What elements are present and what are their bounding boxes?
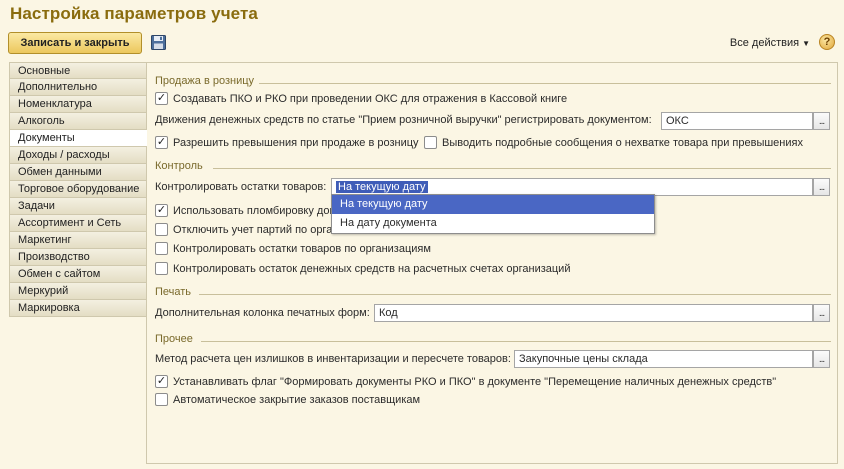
create-pko-checkbox[interactable]: ✓ <box>155 92 168 105</box>
movement-label: Движения денежных средств по статье "При… <box>155 114 652 126</box>
create-pko-label: Создавать ПКО и РКО при проведении ОКС д… <box>173 92 568 105</box>
set-flag-label: Устанавливать флаг "Формировать документ… <box>173 375 777 388</box>
extra-column-field[interactable]: Код <box>374 304 813 322</box>
floppy-disk-icon[interactable] <box>151 35 166 50</box>
sidebar-item-nomenclature[interactable]: Номенклатура <box>9 96 147 113</box>
disable-batch-row: Отключить учет партий по орган <box>155 223 338 236</box>
allow-excess-label: Разрешить превышения при продаже в розни… <box>173 136 419 149</box>
auto-close-row: Автоматическое закрытие заказов поставщи… <box>155 393 420 406</box>
movement-document-field[interactable]: ОКС <box>661 112 813 130</box>
sidebar-item-mercury[interactable]: Меркурий <box>9 283 147 300</box>
control-org-stock-row: Контролировать остатки товаров по органи… <box>155 242 431 255</box>
price-method-label: Метод расчета цен излишков в инвентариза… <box>155 353 511 365</box>
group-divider <box>213 168 831 169</box>
stock-control-dropdown: На текущую дату На дату документа <box>331 194 655 234</box>
control-org-stock-label: Контролировать остатки товаров по органи… <box>173 242 431 255</box>
group-title-print: Печать <box>155 286 192 298</box>
settings-panel: Продажа в розницу ✓ Создавать ПКО и РКО … <box>146 62 838 464</box>
stock-control-label: Контролировать остатки товаров: <box>155 181 327 193</box>
sidebar-item-data-exchange[interactable]: Обмен данными <box>9 164 147 181</box>
sidebar-item-main[interactable]: Основные <box>9 62 147 79</box>
group-divider <box>199 294 831 295</box>
group-divider <box>259 83 831 84</box>
group-title-retail: Продажа в розницу <box>155 75 255 87</box>
all-actions-label: Все действия <box>729 37 800 49</box>
sidebar-item-documents[interactable]: Документы <box>9 130 147 147</box>
control-org-stock-checkbox[interactable] <box>155 242 168 255</box>
use-seals-label: Использовать пломбировку док <box>173 204 335 217</box>
ellipsis-icon: ... <box>818 115 825 127</box>
sidebar-item-additional[interactable]: Дополнительно <box>9 79 147 96</box>
allow-excess-checkbox[interactable]: ✓ <box>155 136 168 149</box>
set-flag-row: ✓ Устанавливать флаг "Формировать докуме… <box>155 375 776 388</box>
sidebar-item-site-exchange[interactable]: Обмен с сайтом <box>9 266 147 283</box>
sidebar-item-tasks[interactable]: Задачи <box>9 198 147 215</box>
set-flag-checkbox[interactable]: ✓ <box>155 375 168 388</box>
price-method-field[interactable]: Закупочные цены склада <box>514 350 813 368</box>
sidebar-item-marking[interactable]: Маркировка <box>9 300 147 317</box>
show-detailed-row: Выводить подробные сообщения о нехватке … <box>424 136 803 149</box>
auto-close-checkbox[interactable] <box>155 393 168 406</box>
help-icon[interactable]: ? <box>819 34 835 50</box>
dropdown-option-current-date[interactable]: На текущую дату <box>332 195 654 214</box>
sidebar: Основные Дополнительно Номенклатура Алко… <box>9 62 147 317</box>
sidebar-item-income-expenses[interactable]: Доходы / расходы <box>9 147 147 164</box>
group-title-control: Контроль <box>155 160 203 172</box>
save-and-close-button[interactable]: Записать и закрыть <box>8 32 142 54</box>
window-title: Настройка параметров учета <box>10 4 258 23</box>
sidebar-item-trade-equipment[interactable]: Торговое оборудование <box>9 181 147 198</box>
auto-close-label: Автоматическое закрытие заказов поставщи… <box>173 393 421 406</box>
disable-batch-label: Отключить учет партий по орган <box>173 223 339 236</box>
allow-excess-row: ✓ Разрешить превышения при продаже в роз… <box>155 136 419 149</box>
sidebar-item-alcohol[interactable]: Алкоголь <box>9 113 147 130</box>
control-cash-checkbox[interactable] <box>155 262 168 275</box>
group-title-other: Прочее <box>155 333 193 345</box>
price-method-select-button[interactable]: ... <box>813 350 830 368</box>
disable-batch-checkbox[interactable] <box>155 223 168 236</box>
sidebar-item-assortment[interactable]: Ассортимент и Сеть <box>9 215 147 232</box>
control-cash-row: Контролировать остаток денежных средств … <box>155 262 570 275</box>
dropdown-option-document-date[interactable]: На дату документа <box>332 214 654 233</box>
sidebar-item-marketing[interactable]: Маркетинг <box>9 232 147 249</box>
sidebar-item-production[interactable]: Производство <box>9 249 147 266</box>
ellipsis-icon: ... <box>818 307 825 319</box>
ellipsis-icon: ... <box>818 353 825 365</box>
use-seals-row: ✓ Использовать пломбировку док <box>155 204 334 217</box>
all-actions-menu[interactable]: Все действия ▼ <box>730 37 810 49</box>
control-cash-label: Контролировать остаток денежных средств … <box>173 262 571 275</box>
show-detailed-checkbox[interactable] <box>424 136 437 149</box>
chevron-down-icon: ▼ <box>802 39 810 48</box>
group-divider <box>201 341 831 342</box>
create-pko-row: ✓ Создавать ПКО и РКО при проведении ОКС… <box>155 92 567 105</box>
stock-control-value: На текущую дату <box>336 181 428 193</box>
use-seals-checkbox[interactable]: ✓ <box>155 204 168 217</box>
movement-select-button[interactable]: ... <box>813 112 830 130</box>
stock-control-select-button[interactable]: ... <box>813 178 830 196</box>
ellipsis-icon: ... <box>818 181 825 193</box>
extra-column-label: Дополнительная колонка печатных форм: <box>155 307 370 319</box>
show-detailed-label: Выводить подробные сообщения о нехватке … <box>442 136 803 149</box>
extra-column-select-button[interactable]: ... <box>813 304 830 322</box>
